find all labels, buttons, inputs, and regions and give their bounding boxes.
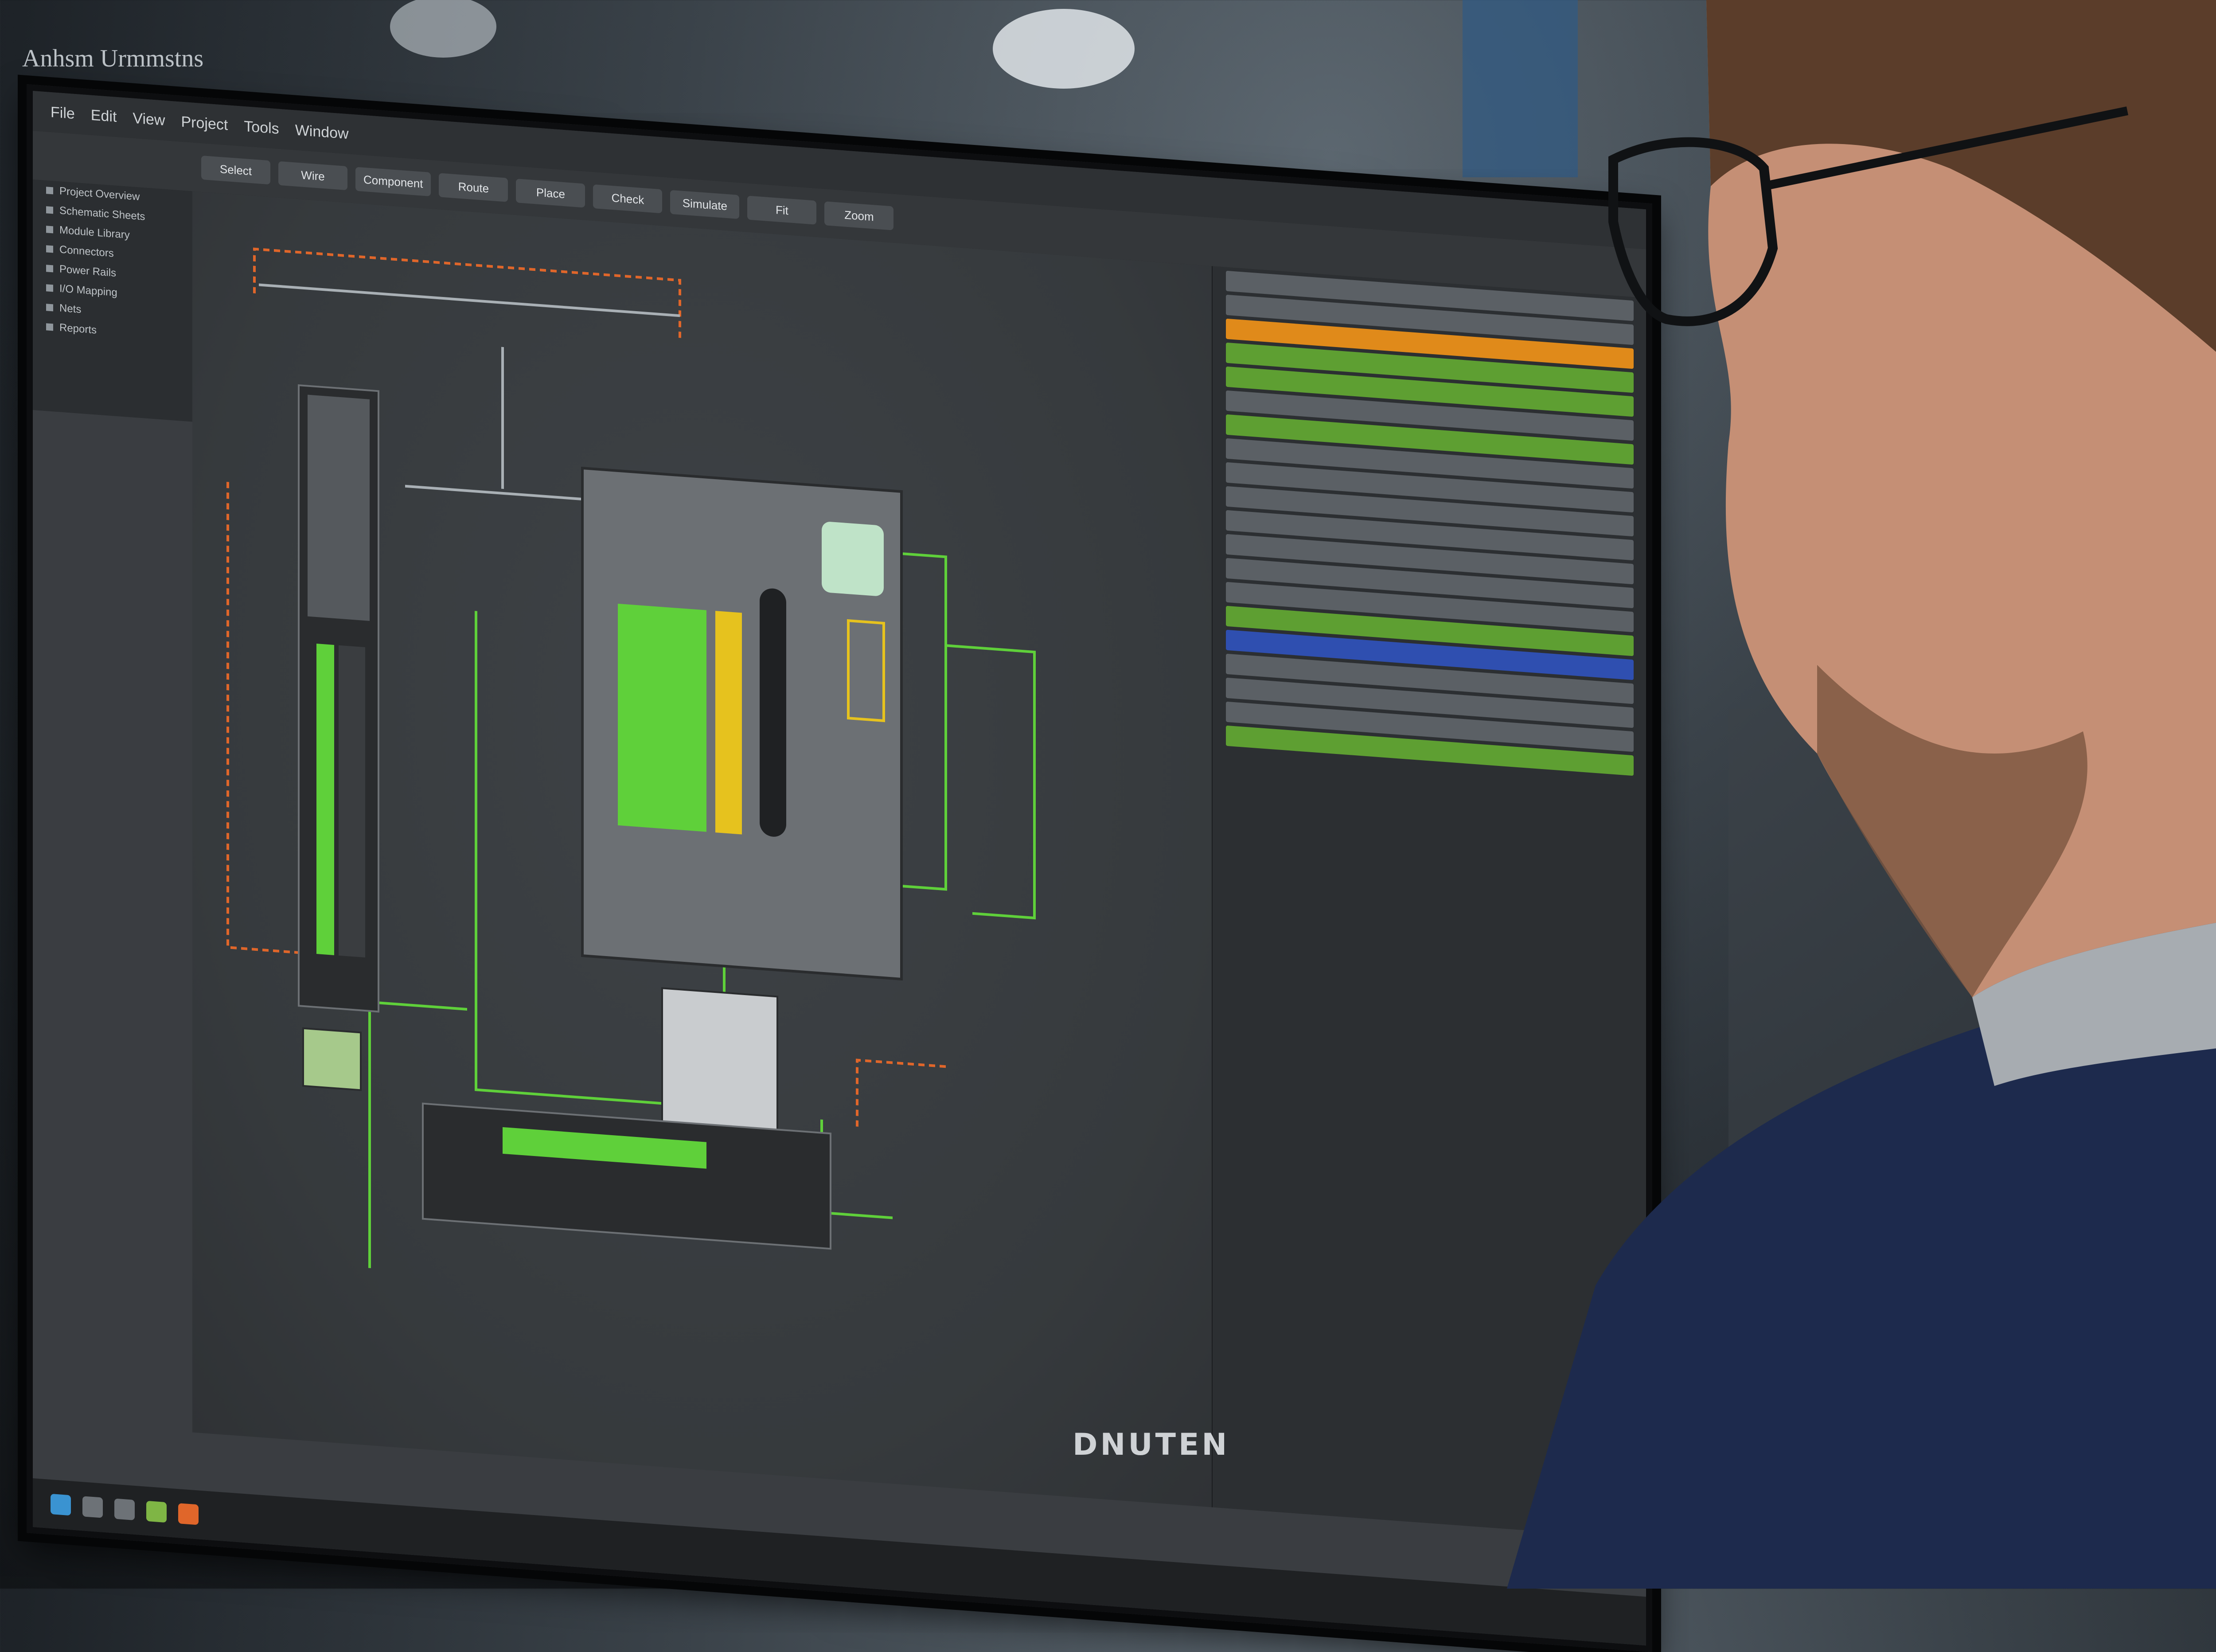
person-foreground xyxy=(1507,0,2216,1589)
